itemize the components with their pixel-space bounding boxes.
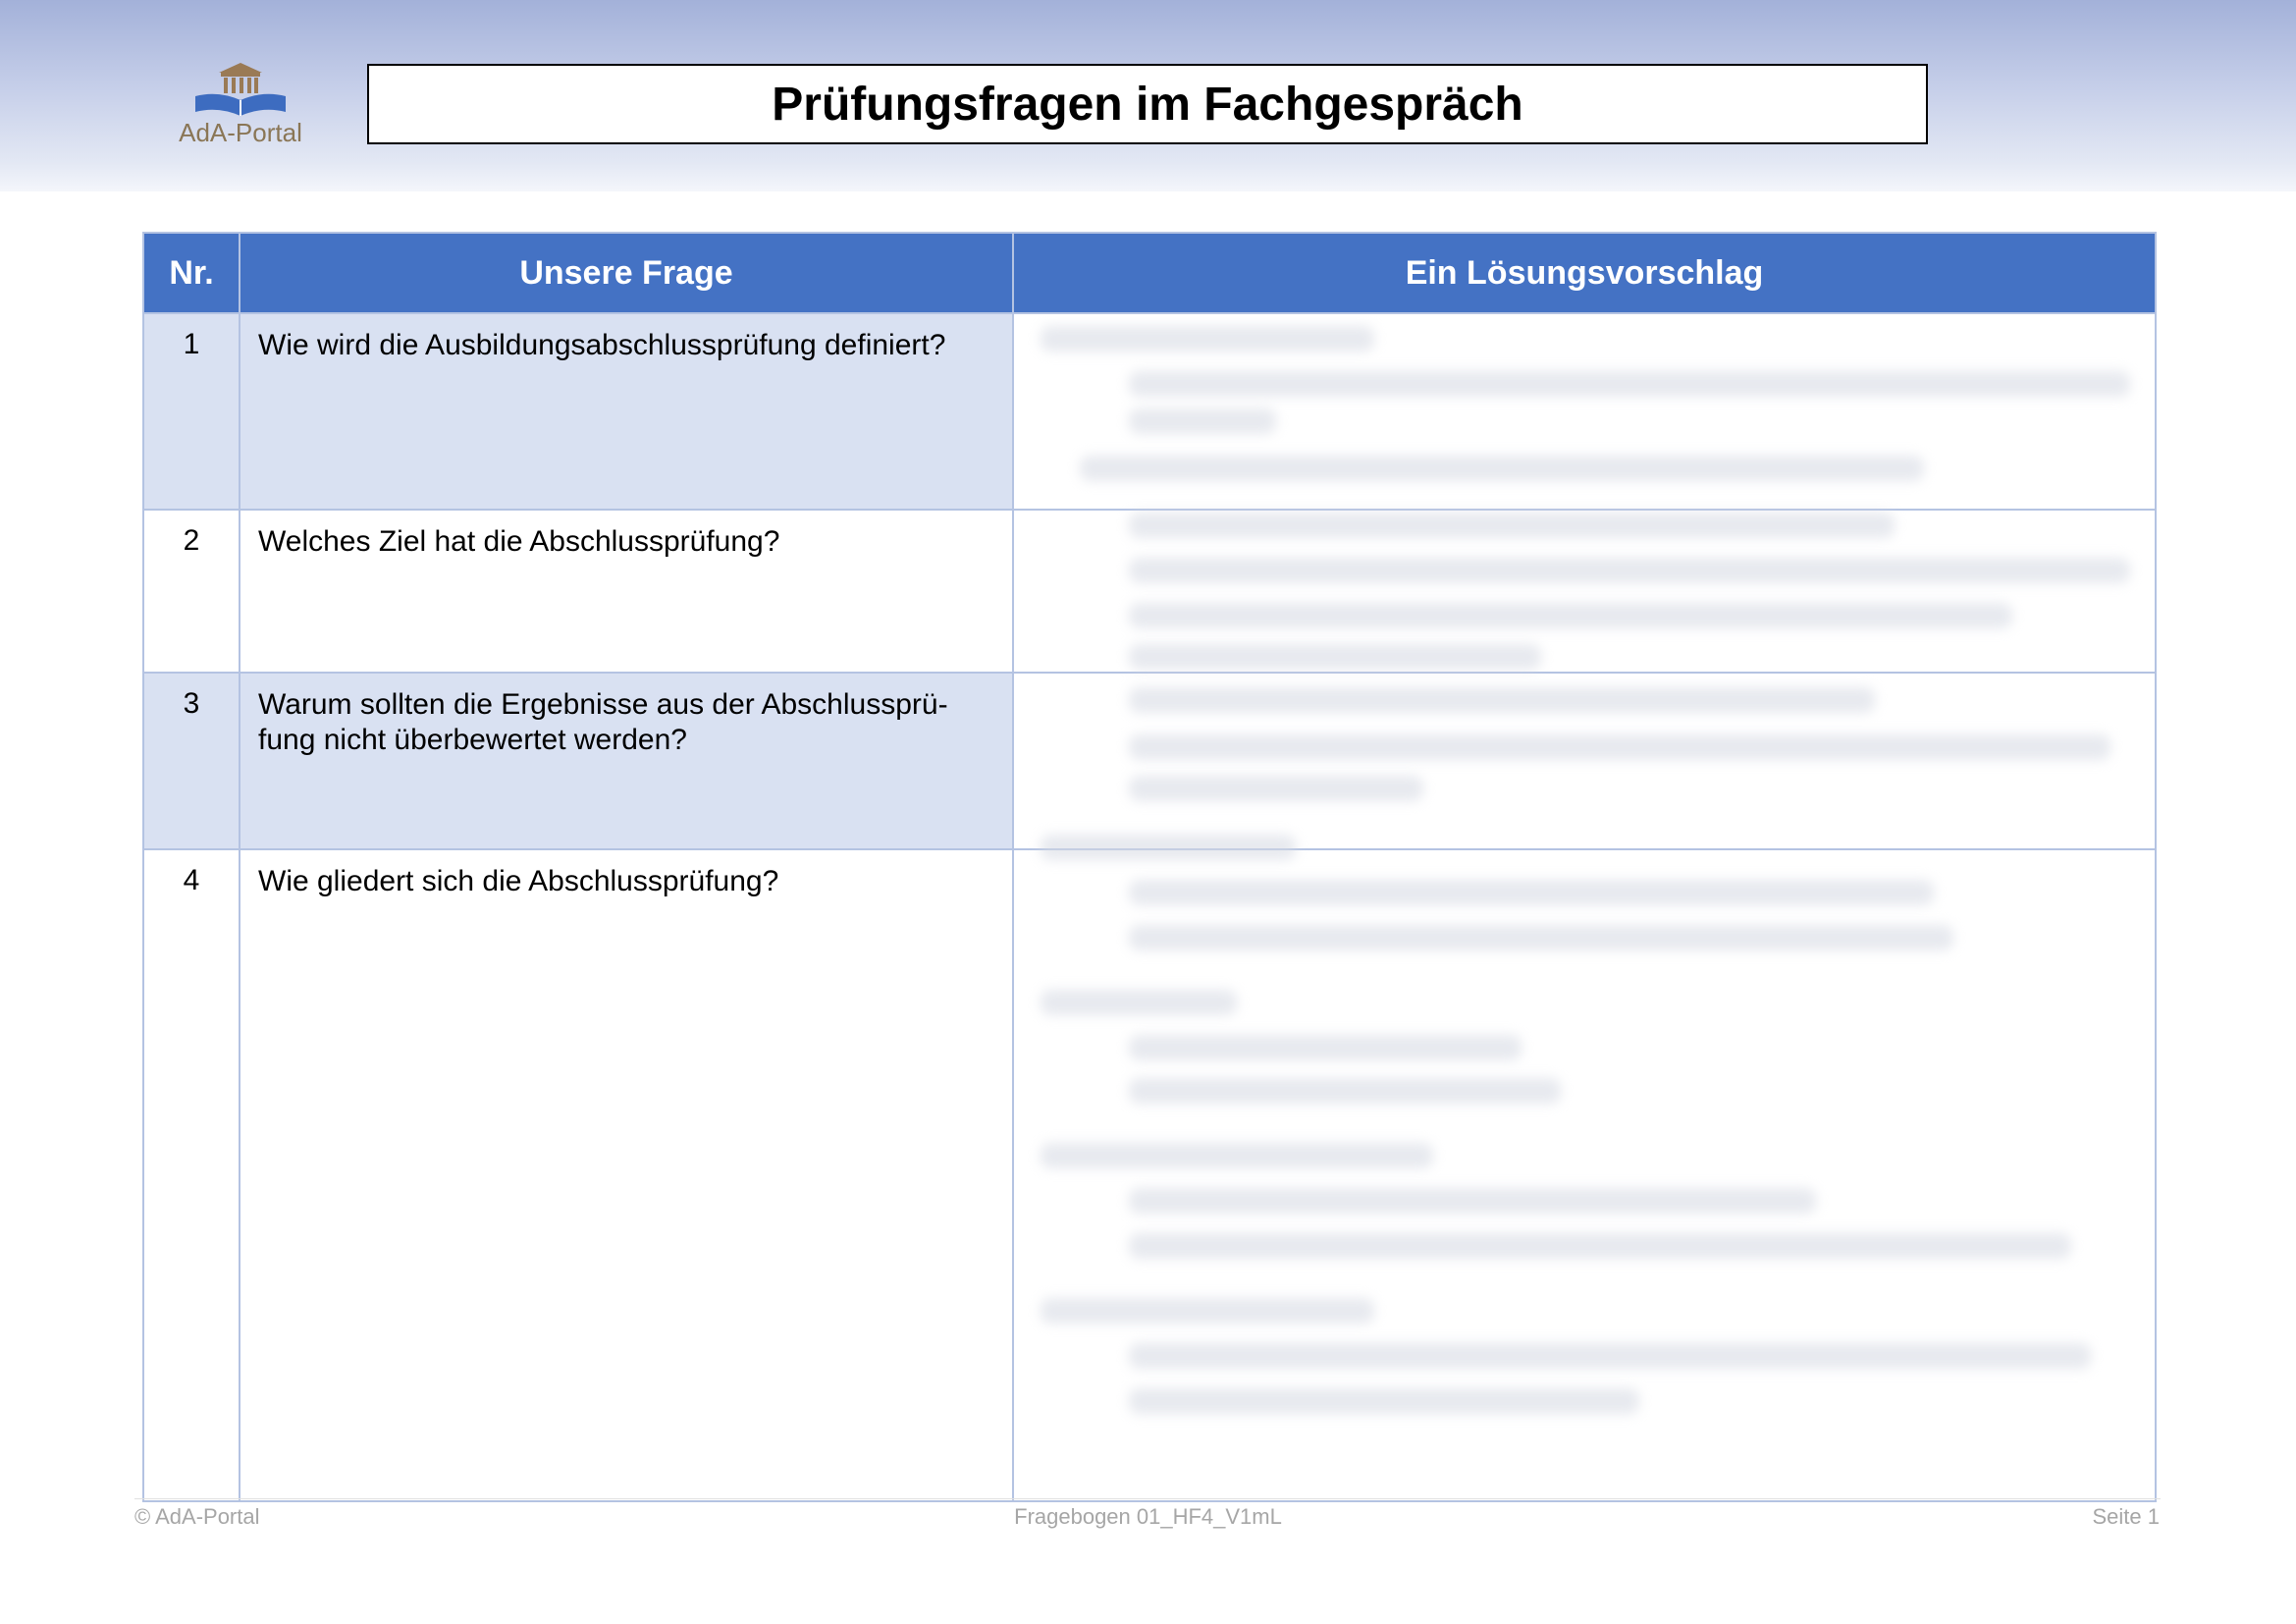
title-box: Prüfungsfragen im Fachgespräch [367,64,1928,144]
logo: AdA-Portal [167,61,314,149]
footer-document-id: Fragebogen 01_HF4_V1mL [1014,1504,1282,1529]
column-header-answer: Ein Lösungsvorschlag [1012,232,2157,314]
question-cell: Wie gliedert sich die Abschlussprüfung? [239,848,1014,1502]
row-number: 1 [142,312,240,511]
row-number: 3 [142,672,240,850]
footer-divider [134,1498,2161,1499]
footer-page-number: Seite 1 [2092,1504,2161,1529]
page-title: Prüfungsfragen im Fachgespräch [772,78,1523,131]
logo-text: AdA-Portal [179,118,302,147]
question-cell: Wie wird die Ausbildungsabschlussprüfung… [239,312,1014,511]
book-temple-icon [195,63,286,116]
row-number: 2 [142,509,240,674]
column-header-question: Unsere Frage [239,232,1014,314]
question-cell: Warum sollten die Ergebnisse aus der Abs… [239,672,1014,850]
blurred-answer-area [1021,316,2150,1435]
column-header-nr: Nr. [142,232,240,314]
table-header-row: Nr. Unsere Frage Ein Lösungsvorschlag [142,232,2157,314]
row-number: 4 [142,848,240,1502]
question-cell: Welches Ziel hat die Abschlussprüfung? [239,509,1014,674]
